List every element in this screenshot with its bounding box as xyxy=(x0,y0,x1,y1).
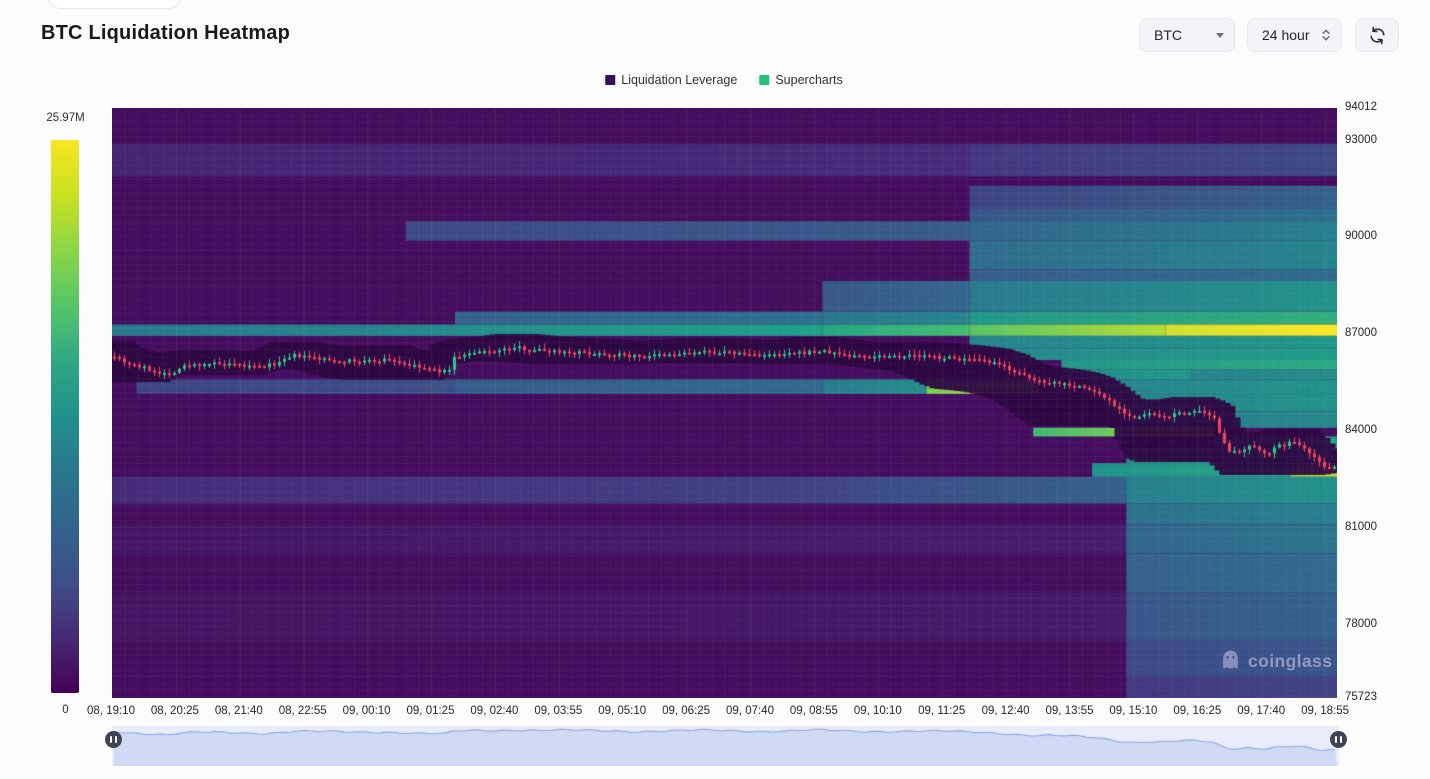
x-axis-label: 09, 12:40 xyxy=(982,705,1030,717)
pause-icon xyxy=(115,736,117,743)
x-axis-label: 09, 10:10 xyxy=(854,705,902,717)
symbol-select[interactable]: BTC xyxy=(1139,18,1235,52)
x-axis-label: 09, 11:25 xyxy=(918,705,965,717)
pause-icon xyxy=(1335,736,1337,743)
y-axis-label: 94012 xyxy=(1345,101,1377,113)
top-partial-pill xyxy=(47,0,182,9)
legend-swatch-purple xyxy=(605,75,615,85)
x-axis-label: 09, 03:55 xyxy=(534,705,582,717)
legend-label: Liquidation Leverage xyxy=(621,73,737,87)
x-axis-label: 09, 01:25 xyxy=(407,705,455,717)
x-axis-label: 09, 00:10 xyxy=(343,705,391,717)
page-title: BTC Liquidation Heatmap xyxy=(41,22,290,45)
x-axis-label: 08, 19:10 xyxy=(87,705,135,717)
period-select[interactable]: 24 hour xyxy=(1247,18,1342,52)
y-axis-label: 93000 xyxy=(1345,134,1377,146)
x-axis-label: 09, 02:40 xyxy=(470,705,518,717)
y-axis-label: 75723 xyxy=(1345,691,1377,703)
navigator xyxy=(112,726,1339,766)
symbol-select-value: BTC xyxy=(1154,27,1182,43)
y-axis-label: 84000 xyxy=(1345,424,1377,436)
x-axis-label: 08, 22:55 xyxy=(279,705,327,717)
pause-icon xyxy=(1340,736,1342,743)
colorbar-max-label: 25.97M xyxy=(29,112,102,124)
color-scale xyxy=(51,140,79,693)
navigator-handle-left[interactable] xyxy=(105,731,122,748)
legend-item-liquidation-leverage[interactable]: Liquidation Leverage xyxy=(605,73,737,87)
y-axis-label: 81000 xyxy=(1345,521,1377,533)
x-axis-label: 09, 13:55 xyxy=(1046,705,1094,717)
navigator-handle-right[interactable] xyxy=(1330,731,1347,748)
chevron-down-icon xyxy=(1216,33,1224,38)
y-axis-label: 90000 xyxy=(1345,230,1377,242)
liquidation-heatmap-page: BTC Liquidation Heatmap BTC 24 hour Liqu… xyxy=(0,0,1430,779)
refresh-button[interactable] xyxy=(1355,18,1399,52)
pause-icon xyxy=(110,736,112,743)
x-axis-label: 09, 08:55 xyxy=(790,705,838,717)
unfold-more-icon xyxy=(1319,27,1333,43)
y-axis-label: 87000 xyxy=(1345,327,1377,339)
liquidation-heatmap-canvas[interactable] xyxy=(112,108,1337,698)
legend-item-supercharts[interactable]: Supercharts xyxy=(759,73,842,87)
period-select-value: 24 hour xyxy=(1262,27,1309,43)
legend-label: Supercharts xyxy=(775,73,842,87)
x-axis-label: 09, 05:10 xyxy=(598,705,646,717)
x-axis-label: 08, 20:25 xyxy=(151,705,199,717)
chart-legend: Liquidation Leverage Supercharts xyxy=(605,73,842,87)
x-axis-label: 09, 16:25 xyxy=(1173,705,1221,717)
x-axis-label: 09, 07:40 xyxy=(726,705,774,717)
legend-swatch-green xyxy=(759,75,769,85)
refresh-icon xyxy=(1368,26,1387,45)
x-axis-label: 09, 06:25 xyxy=(662,705,710,717)
x-axis-label: 08, 21:40 xyxy=(215,705,263,717)
x-axis-label: 09, 17:40 xyxy=(1237,705,1285,717)
x-axis-label: 09, 18:55 xyxy=(1301,705,1349,717)
y-axis-label: 78000 xyxy=(1345,618,1377,630)
navigator-area[interactable] xyxy=(112,726,1339,766)
x-axis-label: 09, 15:10 xyxy=(1109,705,1157,717)
